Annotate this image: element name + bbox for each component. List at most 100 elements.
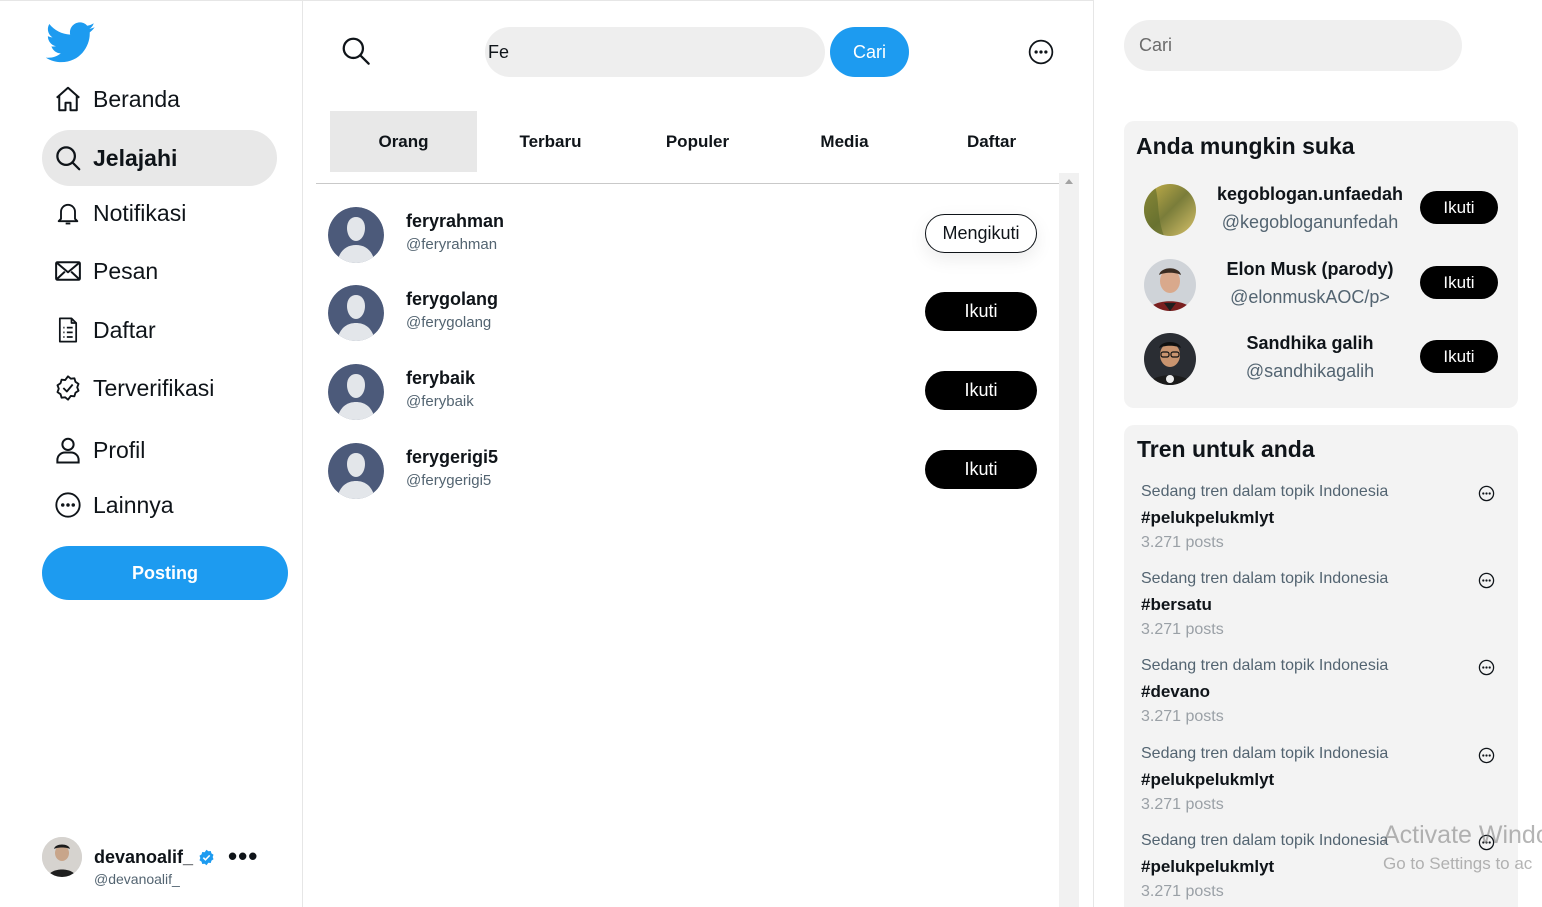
avatar: [42, 837, 82, 877]
trend-count: 3.271 posts: [1141, 883, 1224, 900]
result-name[interactable]: ferygerigi5: [406, 447, 498, 468]
nav-beranda-label: Beranda: [93, 85, 180, 112]
more-circle-icon[interactable]: [1478, 572, 1495, 594]
bell-icon: [53, 198, 83, 228]
search-icon[interactable]: [340, 35, 372, 72]
watermark-line-1: Activate Windo: [1383, 821, 1542, 849]
suggestion-name[interactable]: Sandhika galih: [1210, 333, 1410, 354]
tab-orang[interactable]: Orang: [330, 111, 477, 172]
right-search-input[interactable]: [1124, 20, 1462, 71]
suggestion-item[interactable]: Elon Musk (parody) @elonmuskAOC/p> Ikuti: [1124, 257, 1518, 313]
default-avatar-icon: [328, 364, 384, 420]
nav-daftar-label: Daftar: [93, 316, 156, 343]
tabs-divider: [316, 183, 1059, 184]
search-button[interactable]: Cari: [830, 27, 909, 77]
follow-button[interactable]: Ikuti: [1420, 340, 1498, 373]
list-item[interactable]: feryrahman @feryrahman Mengikuti: [328, 207, 1048, 267]
left-sidebar: Beranda Jelajahi Notifikasi Pesan Daftar…: [0, 0, 303, 907]
trend-context: Sedang tren dalam topik Indonesia: [1141, 570, 1389, 587]
trend-hashtag[interactable]: #pelukpelukmlyt: [1141, 770, 1274, 790]
more-circle-icon: [53, 490, 83, 520]
suggestion-name[interactable]: Elon Musk (parody): [1210, 259, 1410, 280]
follow-button[interactable]: Ikuti: [1420, 266, 1498, 299]
nav-lainnya[interactable]: Lainnya: [42, 477, 277, 533]
tab-media[interactable]: Media: [771, 111, 918, 172]
watermark-line-2: Go to Settings to ac: [1383, 854, 1533, 873]
account-more-icon[interactable]: •••: [228, 841, 258, 872]
list-item[interactable]: ferygerigi5 @ferygerigi5 Ikuti: [328, 443, 1048, 503]
result-handle: @ferygerigi5: [406, 472, 492, 489]
suggestion-item[interactable]: kegoblogan.unfaedah @kegobloganunfedah I…: [1124, 182, 1518, 238]
tab-populer[interactable]: Populer: [624, 111, 771, 172]
avatar: [1144, 184, 1196, 236]
trend-hashtag[interactable]: #bersatu: [1141, 595, 1212, 615]
trend-item[interactable]: Sedang tren dalam topik Indonesia #bersa…: [1141, 570, 1511, 650]
default-avatar-icon: [328, 207, 384, 263]
trend-context: Sedang tren dalam topik Indonesia: [1141, 657, 1389, 674]
suggestion-item[interactable]: Sandhika galih @sandhikagalih Ikuti: [1124, 331, 1518, 387]
windows-activation-watermark: Activate Windo Go to Settings to ac: [1383, 821, 1542, 874]
nav-lainnya-label: Lainnya: [93, 491, 174, 518]
mail-icon: [53, 256, 83, 286]
trends-title: Tren untuk anda: [1137, 436, 1315, 462]
avatar: [1144, 333, 1196, 385]
nav-pesan[interactable]: Pesan: [42, 243, 277, 299]
trend-context: Sedang tren dalam topik Indonesia: [1141, 483, 1389, 500]
suggestion-handle: @kegobloganunfedah: [1221, 212, 1399, 232]
result-name[interactable]: ferybaik: [406, 368, 475, 389]
list-item[interactable]: ferybaik @ferybaik Ikuti: [328, 364, 1048, 424]
verified-badge-icon: [53, 373, 83, 403]
follow-button[interactable]: Ikuti: [925, 450, 1037, 489]
account-name: devanoalif_: [94, 847, 194, 867]
suggestion-name[interactable]: kegoblogan.unfaedah: [1210, 184, 1410, 205]
nav-jelajahi[interactable]: Jelajahi: [42, 130, 277, 186]
nav-terverifikasi[interactable]: Terverifikasi: [42, 360, 277, 416]
scroll-up-arrow-icon[interactable]: [1065, 179, 1073, 184]
search-icon: [53, 143, 83, 173]
scrollbar[interactable]: [1059, 173, 1079, 907]
nav-notifikasi[interactable]: Notifikasi: [42, 185, 277, 241]
nav-profil[interactable]: Profil: [42, 422, 277, 478]
following-button[interactable]: Mengikuti: [925, 214, 1037, 253]
list-item[interactable]: ferygolang @ferygolang Ikuti: [328, 285, 1048, 345]
more-circle-icon[interactable]: [1478, 659, 1495, 681]
tab-terbaru[interactable]: Terbaru: [477, 111, 624, 172]
result-handle: @ferygolang: [406, 314, 492, 331]
more-circle-icon[interactable]: [1478, 747, 1495, 769]
trend-count: 3.271 posts: [1141, 708, 1224, 725]
follow-button[interactable]: Ikuti: [925, 371, 1037, 410]
trend-context: Sedang tren dalam topik Indonesia: [1141, 745, 1389, 762]
follow-button[interactable]: Ikuti: [1420, 191, 1498, 224]
suggestions-card: Anda mungkin suka kegoblogan.unfaedah @k…: [1124, 121, 1518, 408]
trend-hashtag[interactable]: #pelukpelukmlyt: [1141, 508, 1274, 528]
explore-main: Cari Orang Terbaru Populer Media Daftar …: [303, 0, 1094, 907]
nav-jelajahi-label: Jelajahi: [93, 144, 178, 171]
trend-hashtag[interactable]: #pelukpelukmlyt: [1141, 857, 1274, 877]
posting-button[interactable]: Posting: [42, 546, 288, 600]
search-input[interactable]: [485, 27, 825, 77]
nav-daftar[interactable]: Daftar: [42, 302, 277, 358]
trend-item[interactable]: Sedang tren dalam topik Indonesia #devan…: [1141, 657, 1511, 737]
list-icon: [53, 315, 83, 345]
suggestion-handle: @elonmuskAOC/p>: [1230, 287, 1390, 307]
tab-daftar[interactable]: Daftar: [918, 111, 1065, 172]
suggestion-handle: @sandhikagalih: [1245, 361, 1375, 381]
result-handle: @feryrahman: [406, 236, 498, 253]
nav-notifikasi-label: Notifikasi: [93, 199, 187, 226]
trend-item[interactable]: Sedang tren dalam topik Indonesia #peluk…: [1141, 483, 1511, 563]
twitter-bird-icon[interactable]: [45, 21, 96, 65]
result-name[interactable]: ferygolang: [406, 289, 498, 310]
result-name[interactable]: feryrahman: [406, 211, 504, 232]
more-circle-icon[interactable]: [1478, 485, 1495, 507]
more-circle-icon[interactable]: [1028, 39, 1054, 70]
trend-item[interactable]: Sedang tren dalam topik Indonesia #peluk…: [1141, 745, 1511, 825]
trend-hashtag[interactable]: #devano: [1141, 682, 1210, 702]
verified-check-icon: [198, 849, 215, 871]
follow-button[interactable]: Ikuti: [925, 292, 1037, 331]
trend-count: 3.271 posts: [1141, 621, 1224, 638]
nav-beranda[interactable]: Beranda: [42, 71, 277, 127]
search-tabs: Orang Terbaru Populer Media Daftar: [330, 111, 1067, 172]
account-switcher[interactable]: devanoalif_ @devanoalif_ •••: [42, 837, 282, 887]
suggestions-title: Anda mungkin suka: [1136, 133, 1355, 159]
nav-terverifikasi-label: Terverifikasi: [93, 374, 215, 401]
